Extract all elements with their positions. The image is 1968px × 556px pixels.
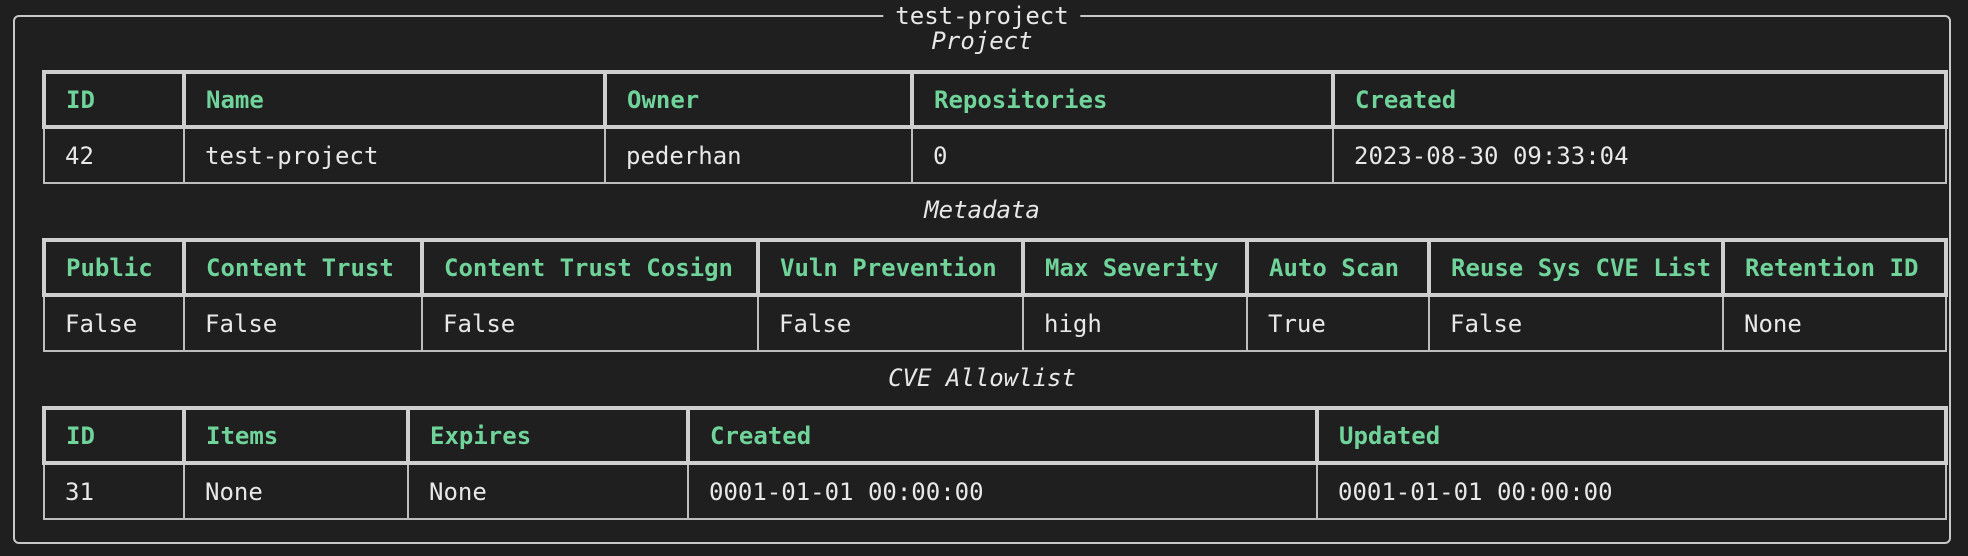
project-table: ID Name Owner Repositories Created 42 te… bbox=[42, 70, 1948, 184]
cell-owner: pederhan bbox=[604, 126, 913, 184]
cell-id: 31 bbox=[43, 462, 185, 520]
column-header-vuln-prevention: Vuln Prevention bbox=[756, 238, 1025, 297]
cell-repositories: 0 bbox=[911, 126, 1334, 184]
section-title-cve-allowlist: CVE Allowlist bbox=[888, 364, 1076, 392]
table-header-row: Public Content Trust Content Trust Cosig… bbox=[42, 238, 1948, 297]
column-header-id: ID bbox=[42, 406, 186, 465]
column-header-max-severity: Max Severity bbox=[1021, 238, 1249, 297]
cell-max-severity: high bbox=[1022, 294, 1248, 352]
project-panel: test-project Project ID Name Owner Repos… bbox=[13, 2, 1951, 544]
column-header-retention-id: Retention ID bbox=[1721, 238, 1948, 297]
cell-vuln-prevention: False bbox=[757, 294, 1024, 352]
column-header-created: Created bbox=[1331, 70, 1948, 129]
cell-created: 0001-01-01 00:00:00 bbox=[687, 462, 1318, 520]
cell-name: test-project bbox=[183, 126, 606, 184]
cve-allowlist-table: ID Items Expires Created Updated 31 None… bbox=[42, 406, 1948, 520]
section-title-metadata: Metadata bbox=[924, 196, 1040, 224]
table-row: 42 test-project pederhan 0 2023-08-30 09… bbox=[43, 126, 1947, 184]
cell-updated: 0001-01-01 00:00:00 bbox=[1316, 462, 1947, 520]
cell-expires: None bbox=[407, 462, 689, 520]
panel-title: test-project bbox=[883, 2, 1081, 30]
cell-public: False bbox=[43, 294, 185, 352]
table-header-row: ID Name Owner Repositories Created bbox=[42, 70, 1948, 129]
table-header-row: ID Items Expires Created Updated bbox=[42, 406, 1948, 465]
cell-content-trust: False bbox=[183, 294, 423, 352]
cell-id: 42 bbox=[43, 126, 185, 184]
column-header-repositories: Repositories bbox=[910, 70, 1335, 129]
column-header-name: Name bbox=[182, 70, 607, 129]
cell-created: 2023-08-30 09:33:04 bbox=[1332, 126, 1947, 184]
cell-reuse-sys-cve-list: False bbox=[1428, 294, 1724, 352]
column-header-items: Items bbox=[182, 406, 410, 465]
table-row: False False False False high True False … bbox=[43, 294, 1947, 352]
section-title-project: Project bbox=[931, 27, 1033, 55]
table-row: 31 None None 0001-01-01 00:00:00 0001-01… bbox=[43, 462, 1947, 520]
column-header-created: Created bbox=[686, 406, 1319, 465]
cell-auto-scan: True bbox=[1246, 294, 1430, 352]
column-header-content-trust: Content Trust bbox=[182, 238, 424, 297]
cell-retention-id: None bbox=[1722, 294, 1947, 352]
column-header-public: Public bbox=[42, 238, 186, 297]
column-header-content-trust-cosign: Content Trust Cosign bbox=[420, 238, 760, 297]
column-header-auto-scan: Auto Scan bbox=[1245, 238, 1431, 297]
column-header-expires: Expires bbox=[406, 406, 690, 465]
column-header-reuse-sys-cve-list: Reuse Sys CVE List bbox=[1427, 238, 1725, 297]
metadata-table: Public Content Trust Content Trust Cosig… bbox=[42, 238, 1948, 352]
column-header-id: ID bbox=[42, 70, 186, 129]
cell-items: None bbox=[183, 462, 409, 520]
cell-content-trust-cosign: False bbox=[421, 294, 759, 352]
column-header-updated: Updated bbox=[1315, 406, 1948, 465]
column-header-owner: Owner bbox=[603, 70, 914, 129]
